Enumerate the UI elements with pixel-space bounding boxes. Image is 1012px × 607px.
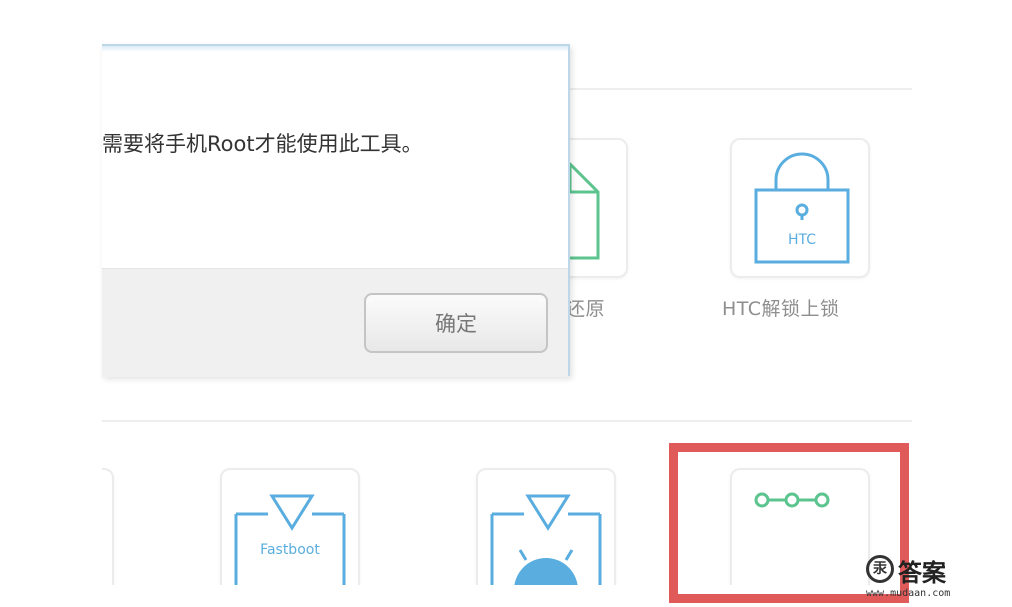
watermark-seal-icon: 汞 — [866, 555, 894, 583]
section-divider-middle — [102, 420, 912, 422]
tool-label-restore: 还原 — [566, 298, 606, 320]
watermark-url: www.mudaan.com — [866, 588, 951, 599]
ok-button[interactable]: 确定 — [364, 293, 548, 353]
message-dialog: 需要将手机Root才能使用此工具。 确定 — [102, 44, 570, 377]
htc-badge: HTC — [788, 232, 816, 248]
screenshot-canvas: 还原 HTC HTC解锁上锁 Fastboot 需要将手机Root才能使用此工具… — [0, 0, 1012, 607]
dialog-title-bar — [102, 46, 568, 52]
fastboot-badge: Fastboot — [260, 542, 320, 558]
dialog-message: 需要将手机Root才能使用此工具。 — [102, 132, 423, 156]
tool-tile-android-recovery[interactable] — [476, 468, 616, 585]
tool-tile-fastboot[interactable]: Fastboot — [220, 468, 360, 585]
tool-tile-cropped[interactable] — [102, 468, 114, 585]
android-recovery-icon — [490, 494, 602, 585]
fastboot-icon: Fastboot — [234, 494, 346, 585]
tool-label-htc-unlock: HTC解锁上锁 — [722, 298, 840, 320]
tool-tile-htc-unlock[interactable]: HTC — [730, 138, 870, 278]
dialog-footer: 确定 — [102, 268, 568, 377]
watermark: 汞 答案 www.mudaan.com — [866, 553, 956, 603]
padlock-icon: HTC — [754, 152, 850, 264]
watermark-text: 答案 — [898, 558, 946, 587]
